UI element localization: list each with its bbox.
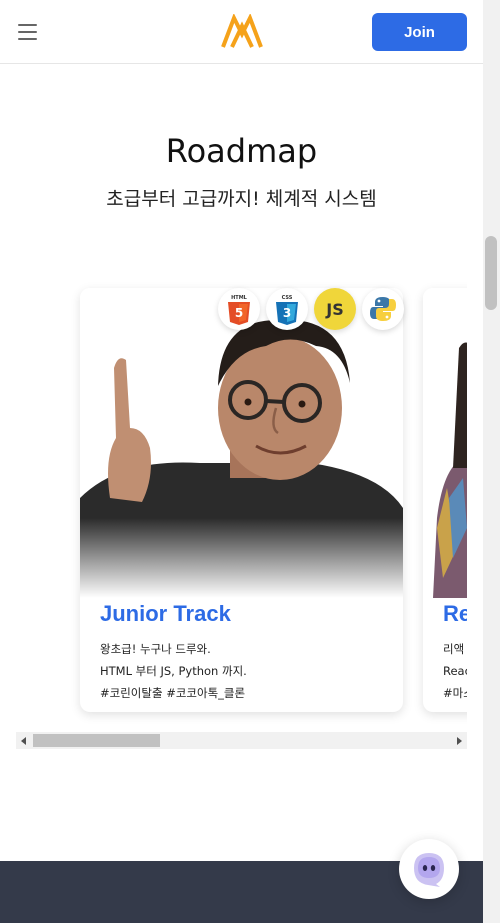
card-title[interactable]: Re — [443, 601, 467, 627]
html5-label: HTML — [231, 295, 248, 301]
card-desc-line: #코린이탈출 #코코아톡_클론 — [100, 686, 246, 700]
join-button[interactable]: Join — [372, 13, 467, 51]
html5-icon: HTML 5 — [218, 288, 260, 330]
scroll-right-arrow-icon[interactable] — [451, 732, 467, 749]
svg-text:5: 5 — [235, 306, 243, 320]
js-label: JS — [326, 299, 344, 319]
css3-label: CSS — [282, 295, 293, 301]
section-title: Roadmap — [165, 132, 318, 170]
card-desc-line: 왕초급! 누구나 드루와. — [100, 642, 211, 656]
css3-icon: CSS 3 — [266, 288, 308, 330]
scroll-left-arrow-icon[interactable] — [16, 732, 32, 749]
top-navbar: Join — [0, 0, 483, 64]
instructor-photo — [80, 288, 403, 598]
roadmap-card-react[interactable]: Re 리액 Reac #마스 — [423, 288, 467, 712]
page-scrollbar[interactable] — [483, 0, 500, 923]
tech-stack-icons: HTML 5 CSS 3 JS — [218, 288, 408, 334]
card-description: 리액 Reac #마스 — [443, 638, 467, 704]
roadmap-card-junior[interactable]: HTML 5 CSS 3 JS Junior Track 왕초급! 누구나 드루… — [80, 288, 404, 712]
page-scrollbar-thumb[interactable] — [485, 236, 497, 310]
logo-m-icon[interactable] — [220, 14, 264, 50]
hamburger-icon[interactable] — [18, 23, 38, 41]
card-desc-line: Reac — [443, 664, 467, 678]
card-desc-line: HTML 부터 JS, Python 까지. — [100, 664, 247, 678]
carousel-scrollbar-thumb[interactable] — [33, 734, 160, 747]
svg-text:3: 3 — [283, 306, 291, 320]
card-desc-line: 리액 — [443, 642, 465, 656]
python-icon — [362, 288, 404, 330]
js-icon: JS — [314, 288, 356, 330]
card-title[interactable]: Junior Track — [100, 601, 231, 627]
card-desc-line: #마스 — [443, 686, 467, 700]
chat-bot-button[interactable] — [399, 839, 459, 899]
section-subtitle: 초급부터 고급까지! 체계적 시스템 — [106, 188, 377, 210]
card-description: 왕초급! 누구나 드루와. HTML 부터 JS, Python 까지. #코린… — [100, 638, 247, 704]
chat-bot-icon — [414, 853, 444, 887]
instructor-photo — [423, 288, 467, 598]
roadmap-carousel[interactable]: HTML 5 CSS 3 JS Junior Track 왕초급! 누구나 드루… — [16, 270, 467, 730]
